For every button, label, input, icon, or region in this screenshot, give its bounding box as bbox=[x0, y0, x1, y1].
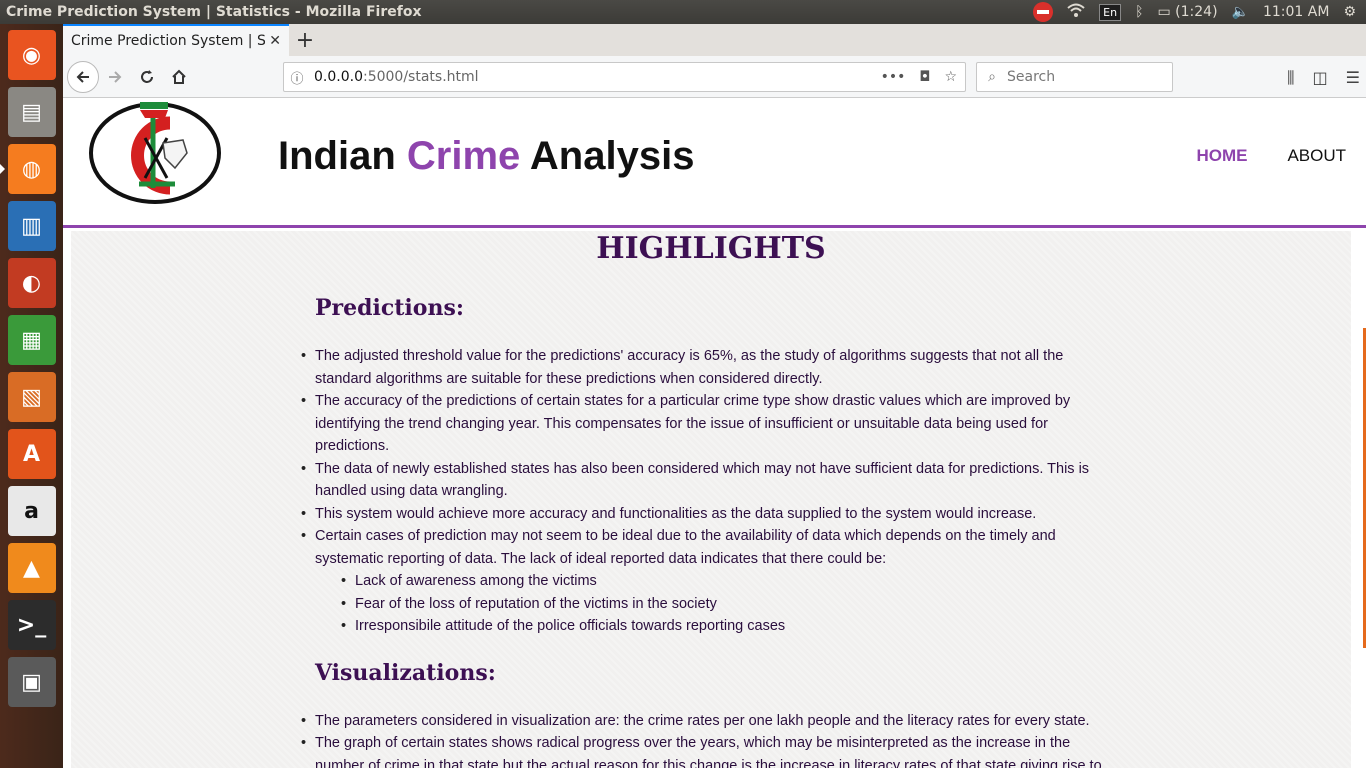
list-item: The data of newly established states has… bbox=[301, 458, 1115, 503]
predictions-heading: Predictions: bbox=[315, 295, 464, 321]
site-logo bbox=[89, 102, 221, 204]
visualizations-list: The parameters considered in visualizati… bbox=[301, 710, 1115, 768]
reload-button[interactable] bbox=[131, 61, 163, 93]
site-title-accent: Crime bbox=[406, 134, 521, 178]
clock[interactable]: 11:01 AM bbox=[1263, 4, 1329, 20]
workspaces-icon[interactable]: ▣ bbox=[7, 657, 56, 707]
forward-button[interactable] bbox=[99, 61, 131, 93]
firefox-window: Crime Prediction System | Statistics ✕ +… bbox=[63, 24, 1366, 768]
settings-gear-icon[interactable]: ⚙ bbox=[1343, 4, 1356, 20]
library-icon[interactable]: ⫼ bbox=[1287, 68, 1294, 88]
url-bar[interactable]: ⓘ 0.0.0.0:5000/stats.html ••• ◘ ☆ bbox=[283, 62, 966, 92]
volume-icon[interactable]: 🔈 bbox=[1232, 4, 1249, 20]
firefox-icon[interactable]: ◍ bbox=[0, 144, 56, 194]
site-title-part1: Indian bbox=[278, 134, 407, 178]
impress-icon[interactable]: ▧ bbox=[7, 372, 56, 422]
url-text[interactable]: 0.0.0.0:5000/stats.html bbox=[310, 69, 881, 85]
page-viewport: Indian Crime Analysis HOME ABOUT HIGHLIG… bbox=[63, 98, 1366, 768]
window-title: Crime Prediction System | Statistics - M… bbox=[6, 4, 422, 20]
home-button[interactable] bbox=[163, 61, 195, 93]
tab-crime-prediction[interactable]: Crime Prediction System | Statistics ✕ bbox=[63, 24, 289, 56]
search-placeholder: Search bbox=[1007, 69, 1056, 85]
visualizations-heading: Visualizations: bbox=[315, 659, 496, 686]
amazon-icon[interactable]: a bbox=[7, 486, 56, 536]
bookmark-star-icon[interactable]: ☆ bbox=[944, 69, 957, 85]
nav-about-link[interactable]: ABOUT bbox=[1287, 146, 1346, 166]
list-item: The parameters considered in visualizati… bbox=[301, 710, 1115, 733]
ubuntu-dash-icon[interactable]: ◉ bbox=[7, 30, 56, 80]
nav-home-link[interactable]: HOME bbox=[1196, 146, 1247, 166]
sub-list-item: Irresponsibile attitude of the police of… bbox=[341, 615, 1115, 638]
system-indicators: En ᛒ ▭ (1:24) 🔈 11:01 AM ⚙ bbox=[1033, 2, 1366, 22]
highlights-heading: HIGHLIGHTS bbox=[596, 231, 826, 266]
tab-close-icon[interactable]: ✕ bbox=[269, 33, 281, 49]
back-button[interactable] bbox=[67, 60, 99, 93]
sub-list-item: Lack of awareness among the victims bbox=[341, 570, 1115, 593]
new-tab-button[interactable]: + bbox=[289, 24, 321, 56]
url-host: 0.0.0.0 bbox=[314, 69, 363, 85]
sub-list-item: Fear of the loss of reputation of the vi… bbox=[341, 593, 1115, 616]
keyboard-layout-indicator[interactable]: En bbox=[1099, 3, 1122, 21]
battery-indicator[interactable]: ▭ (1:24) bbox=[1157, 4, 1217, 20]
highlights-content: HIGHLIGHTS Predictions: The adjusted thr… bbox=[71, 231, 1351, 768]
tab-title: Crime Prediction System | Statistics bbox=[71, 33, 266, 49]
page-scrollbar[interactable] bbox=[1362, 98, 1366, 768]
list-item: The graph of certain states shows radica… bbox=[301, 732, 1115, 768]
site-title: Indian Crime Analysis bbox=[278, 134, 694, 179]
search-icon: ⌕ bbox=[988, 69, 996, 85]
list-item: The accuracy of the predictions of certa… bbox=[301, 390, 1115, 458]
vlc-icon[interactable]: ▲ bbox=[7, 543, 56, 593]
battery-time: (1:24) bbox=[1175, 4, 1218, 20]
document-viewer-icon[interactable]: ◐ bbox=[7, 258, 56, 308]
menu-icon[interactable]: ☰ bbox=[1346, 68, 1360, 88]
sidebar-icon[interactable]: ◫ bbox=[1313, 68, 1328, 88]
site-info-icon[interactable]: ⓘ bbox=[284, 68, 310, 87]
url-path: :5000/stats.html bbox=[362, 69, 479, 85]
writer-icon[interactable]: ▥ bbox=[7, 201, 56, 251]
top-panel: Crime Prediction System | Statistics - M… bbox=[0, 0, 1366, 24]
prediction-subpoints: Lack of awareness among the victims Fear… bbox=[341, 570, 1115, 638]
site-nav: HOME ABOUT bbox=[1196, 146, 1346, 166]
list-item: The adjusted threshold value for the pre… bbox=[301, 345, 1115, 390]
terminal-icon[interactable]: >_ bbox=[7, 600, 56, 650]
no-entry-icon[interactable] bbox=[1033, 2, 1054, 22]
predictions-list: The adjusted threshold value for the pre… bbox=[301, 345, 1115, 638]
toolbar-right: ⫼ ◫ ☰ bbox=[1287, 68, 1360, 88]
list-item-text: Certain cases of prediction may not seem… bbox=[315, 528, 1056, 567]
files-icon[interactable]: ▤ bbox=[7, 87, 56, 137]
tab-bar: Crime Prediction System | Statistics ✕ + bbox=[63, 24, 1366, 56]
bluetooth-icon[interactable]: ᛒ bbox=[1135, 4, 1143, 20]
search-bar[interactable]: ⌕ Search bbox=[976, 62, 1173, 92]
software-center-icon[interactable]: A bbox=[7, 429, 56, 479]
calc-icon[interactable]: ▦ bbox=[7, 315, 56, 365]
url-actions: ••• ◘ ☆ bbox=[881, 69, 965, 85]
site-title-part2: Analysis bbox=[520, 134, 695, 178]
launcher: ◉ ▤ ◍ ▥ ◐ ▦ ▧ Aa ▲ >_ ▣ bbox=[0, 24, 63, 768]
list-item: This system would achieve more accuracy … bbox=[301, 503, 1115, 526]
list-item: Certain cases of prediction may not seem… bbox=[301, 525, 1115, 638]
page-actions-icon[interactable]: ••• bbox=[881, 69, 906, 85]
battery-icon: ▭ bbox=[1157, 4, 1171, 20]
wifi-icon[interactable] bbox=[1067, 3, 1085, 21]
site-header: Indian Crime Analysis HOME ABOUT bbox=[63, 98, 1366, 228]
pocket-icon[interactable]: ◘ bbox=[919, 69, 930, 85]
